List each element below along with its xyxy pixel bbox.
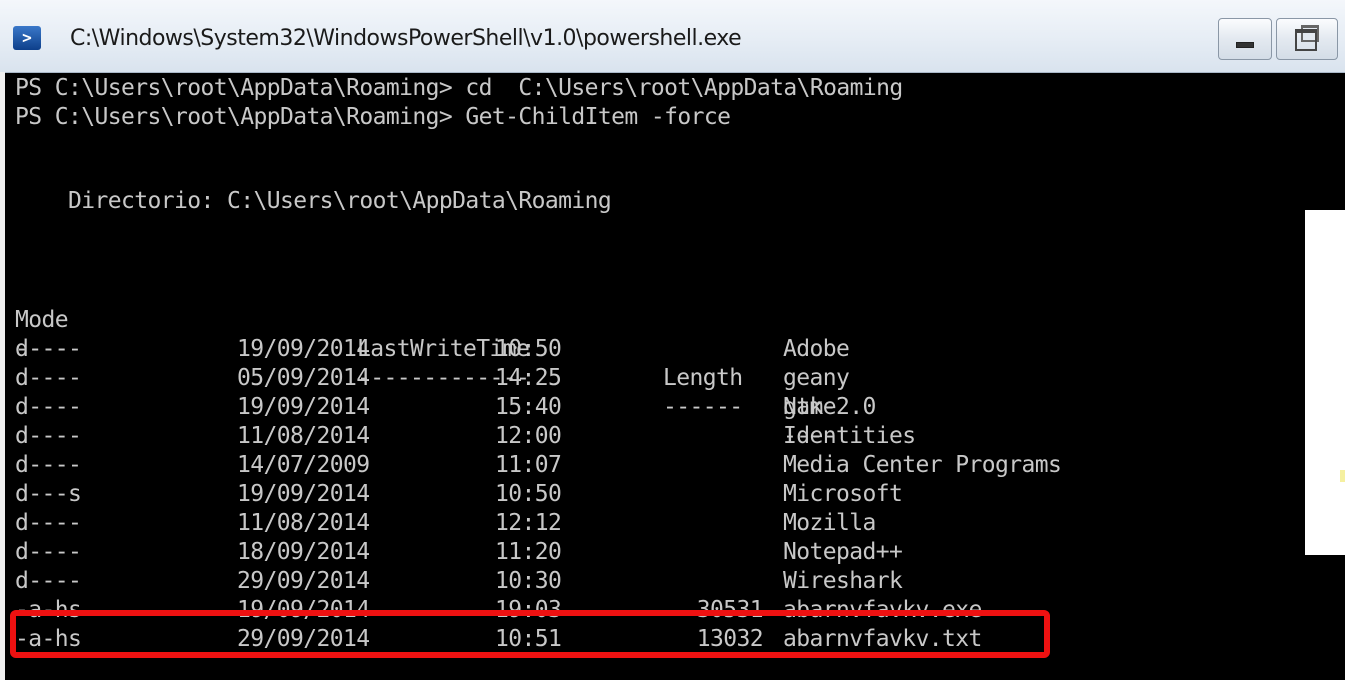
powershell-icon[interactable]: > xyxy=(13,26,41,50)
highlight-box xyxy=(10,610,1050,658)
cell-date: 19/09/2014 xyxy=(237,394,370,420)
cell-name: Mozilla xyxy=(783,510,876,536)
restore-button[interactable] xyxy=(1276,18,1338,60)
cell-name: Wireshark xyxy=(783,568,903,594)
cell-time: 12:00 xyxy=(495,423,562,449)
background-window-mark xyxy=(1340,470,1345,482)
cell-mode: d---- xyxy=(15,336,82,362)
command-line: PS C:\Users\root\AppData\Roaming> cd C:\… xyxy=(15,75,903,101)
cell-name: Adobe xyxy=(783,336,850,362)
cell-mode: d---- xyxy=(15,510,82,536)
powershell-window: > C:\Windows\System32\WindowsPowerShell\… xyxy=(0,0,1345,680)
cell-mode: d---- xyxy=(15,539,82,565)
cell-date: 14/07/2009 xyxy=(237,452,370,478)
cell-mode: d---- xyxy=(15,452,82,478)
cell-mode: d---- xyxy=(15,365,82,391)
cell-date: 19/09/2014 xyxy=(237,481,370,507)
cell-date: 29/09/2014 xyxy=(237,568,370,594)
cell-date: 11/08/2014 xyxy=(237,510,370,536)
minimize-icon xyxy=(1236,42,1254,48)
restore-icon xyxy=(1295,29,1317,51)
cell-mode: d---- xyxy=(15,394,82,420)
cell-date: 11/08/2014 xyxy=(237,423,370,449)
cell-date: 18/09/2014 xyxy=(237,539,370,565)
console-output[interactable]: PS C:\Users\root\AppData\Roaming> cd C:\… xyxy=(5,74,1345,680)
directory-header: Directorio: C:\Users\root\AppData\Roamin… xyxy=(15,188,612,214)
cell-name: geany xyxy=(783,365,850,391)
cell-time: 15:40 xyxy=(495,394,562,420)
column-underlines: ---- ------------- ------ ---- xyxy=(15,306,837,449)
cell-time: 11:20 xyxy=(495,539,562,565)
cell-time: 10:50 xyxy=(495,481,562,507)
cell-mode: d---- xyxy=(15,568,82,594)
cell-name: Notepad++ xyxy=(783,539,903,565)
cell-name: Identities xyxy=(783,423,916,449)
cell-name: Media Center Programs xyxy=(783,452,1062,478)
cell-date: 05/09/2014 xyxy=(237,365,370,391)
column-headers: Mode LastWriteTime Length Name xyxy=(15,277,837,420)
cell-time: 11:07 xyxy=(495,452,562,478)
cell-name: Microsoft xyxy=(783,481,903,507)
title-bar[interactable]: > C:\Windows\System32\WindowsPowerShell\… xyxy=(0,0,1345,73)
cell-time: 12:12 xyxy=(495,510,562,536)
cell-mode: d---- xyxy=(15,423,82,449)
cell-name: gtk-2.0 xyxy=(783,394,876,420)
window-title: C:\Windows\System32\WindowsPowerShell\v1… xyxy=(70,26,742,51)
underline-length: ------ xyxy=(663,394,743,420)
cell-date: 19/09/2014 xyxy=(237,336,370,362)
command-line: PS C:\Users\root\AppData\Roaming> Get-Ch… xyxy=(15,104,731,130)
cell-time: 14:25 xyxy=(495,365,562,391)
minimize-button[interactable] xyxy=(1218,18,1272,60)
cell-time: 10:30 xyxy=(495,568,562,594)
header-length: Length xyxy=(663,365,743,391)
background-window-panel xyxy=(1305,210,1345,555)
cell-mode: d---s xyxy=(15,481,82,507)
cell-time: 10:50 xyxy=(495,336,562,362)
